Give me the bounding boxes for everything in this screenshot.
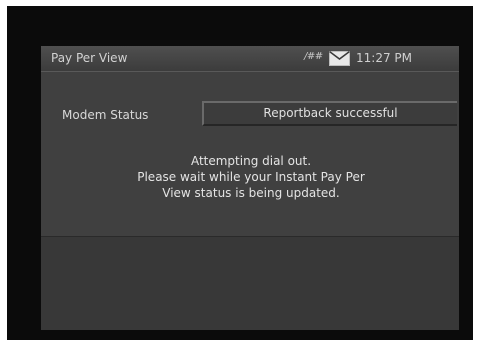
message-line: Attempting dial out.: [190, 154, 312, 168]
signal-strength-icon: /##: [304, 51, 323, 62]
title-bar: Pay Per View /## 11:27 PM: [41, 46, 459, 72]
tv-bezel: Pay Per View /## 11:27 PM Modem Status R…: [7, 6, 473, 340]
mail-icon[interactable]: [329, 50, 350, 66]
screen-title: Pay Per View: [51, 51, 128, 65]
modem-status-field: Reportback successful: [202, 101, 457, 126]
clock-time: 11:27 PM: [356, 51, 412, 65]
ppv-screen: Pay Per View /## 11:27 PM Modem Status R…: [41, 46, 459, 330]
status-message: Attempting dial out. Please wait while y…: [81, 153, 421, 201]
message-line: View status is being updated.: [162, 186, 340, 200]
message-line: Please wait while your Instant Pay Per: [137, 170, 365, 184]
modem-status-label: Modem Status: [62, 108, 149, 122]
status-panel: Modem Status Reportback successful Attem…: [41, 72, 459, 236]
empty-lower-panel: [41, 236, 459, 330]
